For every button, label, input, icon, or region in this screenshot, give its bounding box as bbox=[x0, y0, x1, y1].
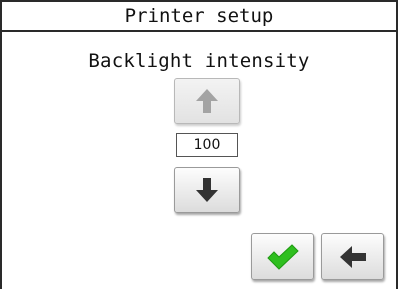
printer-setup-screen: Printer setup Backlight intensity 100 bbox=[0, 0, 398, 289]
checkmark-icon bbox=[265, 243, 301, 271]
setting-label: Backlight intensity bbox=[88, 50, 310, 72]
confirm-button[interactable] bbox=[251, 233, 314, 280]
arrow-up-icon bbox=[194, 87, 220, 115]
intensity-value-field[interactable]: 100 bbox=[176, 133, 238, 157]
increase-button[interactable] bbox=[174, 78, 240, 124]
page-title: Printer setup bbox=[2, 2, 396, 32]
back-button[interactable] bbox=[321, 233, 384, 280]
decrease-button[interactable] bbox=[174, 167, 240, 213]
arrow-left-icon bbox=[338, 244, 368, 270]
arrow-down-icon bbox=[194, 176, 220, 204]
